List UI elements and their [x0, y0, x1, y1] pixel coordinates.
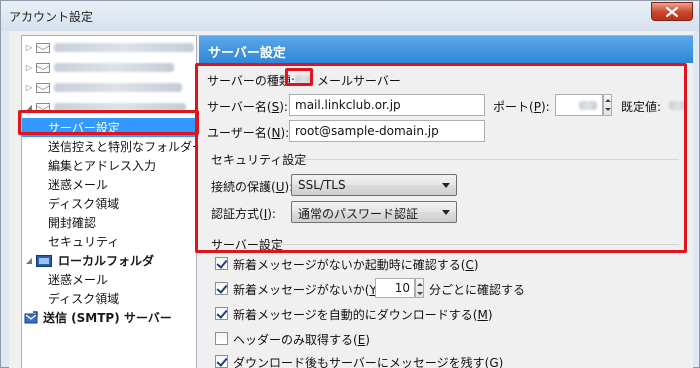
sidebar-item-copies-folders[interactable]: 送信控えと特別なフォルダー — [22, 137, 196, 156]
sidebar-item-smtp[interactable]: 送信 (SMTP) サーバー — [22, 308, 196, 327]
check-interval-spinner[interactable] — [415, 278, 424, 298]
check-on-startup-checkbox[interactable] — [215, 257, 228, 270]
sidebar-item-return-receipts[interactable]: 開封確認 — [22, 213, 196, 232]
sidebar-item-label: 編集とアドレス入力 — [48, 159, 157, 173]
sidebar-item-label: 迷惑メール — [48, 273, 109, 287]
expand-arrow-icon[interactable]: ▷ — [24, 43, 34, 53]
sidebar-item-label: セキュリティ — [48, 235, 120, 249]
sidebar-item-label: 開封確認 — [48, 216, 97, 230]
sidebar-item-junk[interactable]: 迷惑メール — [22, 175, 196, 194]
mail-account-icon — [36, 42, 50, 53]
sidebar-item-label: ディスク領域 — [48, 197, 120, 211]
auto-download-checkbox[interactable] — [215, 307, 228, 320]
panel-header: サーバー設定 — [199, 35, 693, 63]
check-interval-suffix: 分ごとに確認する — [429, 283, 526, 297]
headers-only-label: ヘッダーのみ取得する(E) — [233, 333, 370, 347]
leave-on-server-label: ダウンロード後もサーバーにメッセージを残す(G) — [233, 356, 504, 368]
local-folders-icon — [36, 254, 52, 267]
account-name-redacted — [54, 63, 174, 72]
auto-download-label: 新着メッセージを自動的にダウンロードする(M) — [233, 308, 493, 322]
account-item[interactable]: ▷ — [22, 58, 196, 77]
account-item[interactable]: ▷ — [22, 78, 196, 97]
highlight-sidebar-server-settings — [18, 110, 199, 135]
mail-account-icon — [36, 62, 50, 73]
sidebar-item-disk-space[interactable]: ディスク領域 — [22, 194, 196, 213]
panel-title: サーバー設定 — [208, 46, 286, 61]
smtp-label: 送信 (SMTP) サーバー — [43, 311, 172, 325]
account-settings-window: アカウント設定 ▷ ▷ ▷ ◢ サーバー設定 送信控えと特別なフォルダー 編集と… — [0, 0, 700, 368]
headers-only-checkbox[interactable] — [215, 332, 228, 345]
account-name-redacted — [54, 43, 194, 52]
local-folders-item[interactable]: ◢ ローカルフォルダ — [22, 251, 196, 270]
check-interval-input[interactable]: 10 — [375, 278, 415, 298]
leave-on-server-checkbox[interactable] — [215, 355, 228, 368]
local-folders-label: ローカルフォルダ — [58, 254, 155, 268]
expand-arrow-icon[interactable]: ▷ — [24, 63, 34, 73]
sidebar-item-label: ディスク領域 — [48, 292, 120, 306]
check-interval-checkbox[interactable] — [215, 282, 228, 295]
expand-arrow-icon[interactable]: ▷ — [24, 83, 34, 93]
account-tree: ▷ ▷ ▷ ◢ サーバー設定 送信控えと特別なフォルダー 編集とアドレス入力 迷… — [21, 35, 197, 368]
collapse-arrow-icon[interactable]: ◢ — [24, 256, 34, 266]
sidebar-item-label: 送信控えと特別なフォルダー — [48, 140, 197, 154]
sidebar-item-composition[interactable]: 編集とアドレス入力 — [22, 156, 196, 175]
window-title: アカウント設定 — [9, 10, 94, 24]
check-on-startup-label: 新着メッセージがないか起動時に確認する(C) — [233, 258, 479, 272]
mail-account-icon — [36, 82, 50, 93]
sidebar-item-security[interactable]: セキュリティ — [22, 232, 196, 251]
sidebar-item-local-disk-space[interactable]: ディスク領域 — [22, 289, 196, 308]
highlight-server-settings-area — [195, 63, 687, 253]
title-bar[interactable]: アカウント設定 — [1, 1, 699, 31]
highlight-server-type — [285, 68, 313, 86]
check-interval-label: 新着メッセージがないか(Y) — [233, 283, 381, 297]
account-name-redacted — [54, 83, 182, 92]
close-button[interactable] — [651, 2, 693, 21]
close-x-icon — [666, 6, 678, 17]
sidebar-item-label: 迷惑メール — [48, 178, 109, 192]
sidebar-item-local-junk[interactable]: 迷惑メール — [22, 270, 196, 289]
client-area: ▷ ▷ ▷ ◢ サーバー設定 送信控えと特別なフォルダー 編集とアドレス入力 迷… — [9, 31, 693, 368]
smtp-server-icon — [24, 310, 38, 323]
account-item[interactable]: ▷ — [22, 38, 196, 57]
